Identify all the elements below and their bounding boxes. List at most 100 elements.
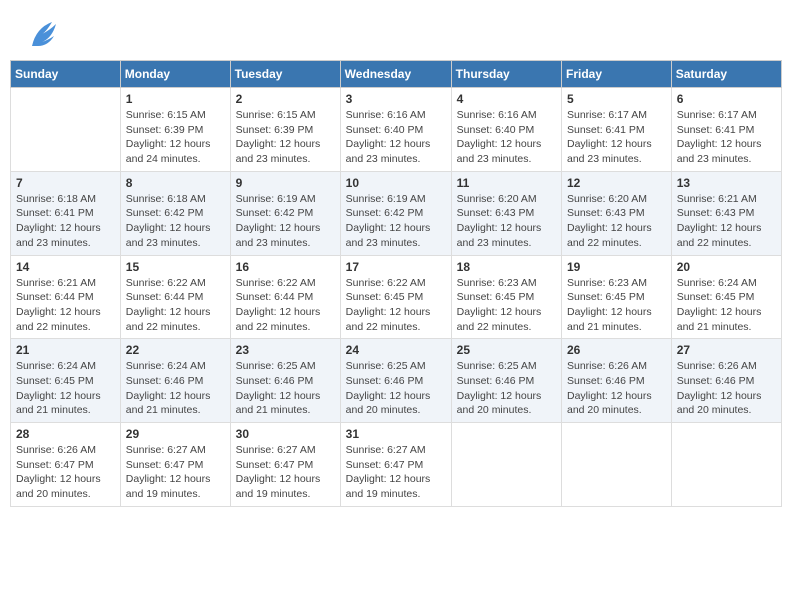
calendar-week-row: 28 Sunrise: 6:26 AM Sunset: 6:47 PM Dayli…	[11, 423, 782, 507]
calendar-cell: 30 Sunrise: 6:27 AM Sunset: 6:47 PM Dayli…	[230, 423, 340, 507]
day-number: 8	[126, 176, 225, 190]
calendar-header-wednesday: Wednesday	[340, 61, 451, 88]
day-detail: Sunrise: 6:27 AM Sunset: 6:47 PM Dayligh…	[236, 443, 335, 502]
day-number: 15	[126, 260, 225, 274]
calendar-cell: 29 Sunrise: 6:27 AM Sunset: 6:47 PM Dayli…	[120, 423, 230, 507]
day-detail: Sunrise: 6:26 AM Sunset: 6:46 PM Dayligh…	[567, 359, 666, 418]
calendar-cell: 3 Sunrise: 6:16 AM Sunset: 6:40 PM Daylig…	[340, 88, 451, 172]
day-number: 28	[16, 427, 115, 441]
day-number: 26	[567, 343, 666, 357]
day-detail: Sunrise: 6:27 AM Sunset: 6:47 PM Dayligh…	[126, 443, 225, 502]
day-number: 6	[677, 92, 776, 106]
day-number: 3	[346, 92, 446, 106]
calendar-header-sunday: Sunday	[11, 61, 121, 88]
calendar-cell: 17 Sunrise: 6:22 AM Sunset: 6:45 PM Dayli…	[340, 255, 451, 339]
calendar-header-thursday: Thursday	[451, 61, 561, 88]
day-detail: Sunrise: 6:19 AM Sunset: 6:42 PM Dayligh…	[346, 192, 446, 251]
calendar-cell: 11 Sunrise: 6:20 AM Sunset: 6:43 PM Dayli…	[451, 171, 561, 255]
day-detail: Sunrise: 6:25 AM Sunset: 6:46 PM Dayligh…	[457, 359, 556, 418]
calendar-cell: 21Sunrise: 6:24 AM Sunset: 6:45 PM Dayli…	[11, 339, 121, 423]
day-detail: Sunrise: 6:24 AM Sunset: 6:45 PM Dayligh…	[677, 276, 776, 335]
day-detail: Sunrise: 6:15 AM Sunset: 6:39 PM Dayligh…	[126, 108, 225, 167]
day-number: 20	[677, 260, 776, 274]
calendar-cell: 23 Sunrise: 6:25 AM Sunset: 6:46 PM Dayli…	[230, 339, 340, 423]
calendar-cell: 20 Sunrise: 6:24 AM Sunset: 6:45 PM Dayli…	[671, 255, 781, 339]
calendar-cell: 24 Sunrise: 6:25 AM Sunset: 6:46 PM Dayli…	[340, 339, 451, 423]
calendar-cell: 6 Sunrise: 6:17 AM Sunset: 6:41 PM Daylig…	[671, 88, 781, 172]
calendar-header-saturday: Saturday	[671, 61, 781, 88]
day-number: 12	[567, 176, 666, 190]
calendar-cell	[11, 88, 121, 172]
day-detail: Sunrise: 6:22 AM Sunset: 6:44 PM Dayligh…	[236, 276, 335, 335]
calendar-header-tuesday: Tuesday	[230, 61, 340, 88]
day-number: 13	[677, 176, 776, 190]
day-detail: Sunrise: 6:26 AM Sunset: 6:47 PM Dayligh…	[16, 443, 115, 502]
day-detail: Sunrise: 6:22 AM Sunset: 6:45 PM Dayligh…	[346, 276, 446, 335]
calendar-cell: 4 Sunrise: 6:16 AM Sunset: 6:40 PM Daylig…	[451, 88, 561, 172]
calendar-cell: 26 Sunrise: 6:26 AM Sunset: 6:46 PM Dayli…	[562, 339, 672, 423]
day-number: 22	[126, 343, 225, 357]
calendar-cell	[671, 423, 781, 507]
calendar-cell: 31Sunrise: 6:27 AM Sunset: 6:47 PM Dayli…	[340, 423, 451, 507]
day-number: 5	[567, 92, 666, 106]
day-detail: Sunrise: 6:23 AM Sunset: 6:45 PM Dayligh…	[567, 276, 666, 335]
calendar-cell: 1 Sunrise: 6:15 AM Sunset: 6:39 PM Daylig…	[120, 88, 230, 172]
day-detail: Sunrise: 6:25 AM Sunset: 6:46 PM Dayligh…	[236, 359, 335, 418]
day-detail: Sunrise: 6:24 AM Sunset: 6:45 PM Dayligh…	[16, 359, 115, 418]
calendar-cell: 10Sunrise: 6:19 AM Sunset: 6:42 PM Dayli…	[340, 171, 451, 255]
day-detail: Sunrise: 6:17 AM Sunset: 6:41 PM Dayligh…	[677, 108, 776, 167]
calendar-cell: 7 Sunrise: 6:18 AM Sunset: 6:41 PM Daylig…	[11, 171, 121, 255]
day-detail: Sunrise: 6:25 AM Sunset: 6:46 PM Dayligh…	[346, 359, 446, 418]
day-number: 16	[236, 260, 335, 274]
calendar-header-row: SundayMondayTuesdayWednesdayThursdayFrid…	[11, 61, 782, 88]
day-detail: Sunrise: 6:16 AM Sunset: 6:40 PM Dayligh…	[346, 108, 446, 167]
day-number: 29	[126, 427, 225, 441]
day-number: 23	[236, 343, 335, 357]
day-number: 31	[346, 427, 446, 441]
day-detail: Sunrise: 6:17 AM Sunset: 6:41 PM Dayligh…	[567, 108, 666, 167]
day-detail: Sunrise: 6:24 AM Sunset: 6:46 PM Dayligh…	[126, 359, 225, 418]
day-number: 14	[16, 260, 115, 274]
day-detail: Sunrise: 6:21 AM Sunset: 6:43 PM Dayligh…	[677, 192, 776, 251]
calendar-week-row: 14 Sunrise: 6:21 AM Sunset: 6:44 PM Dayli…	[11, 255, 782, 339]
day-detail: Sunrise: 6:19 AM Sunset: 6:42 PM Dayligh…	[236, 192, 335, 251]
day-number: 18	[457, 260, 556, 274]
day-number: 17	[346, 260, 446, 274]
calendar-cell: 25Sunrise: 6:25 AM Sunset: 6:46 PM Dayli…	[451, 339, 561, 423]
calendar-week-row: 21Sunrise: 6:24 AM Sunset: 6:45 PM Dayli…	[11, 339, 782, 423]
calendar-week-row: 1 Sunrise: 6:15 AM Sunset: 6:39 PM Daylig…	[11, 88, 782, 172]
day-detail: Sunrise: 6:21 AM Sunset: 6:44 PM Dayligh…	[16, 276, 115, 335]
day-number: 7	[16, 176, 115, 190]
day-number: 24	[346, 343, 446, 357]
calendar-cell: 12Sunrise: 6:20 AM Sunset: 6:43 PM Dayli…	[562, 171, 672, 255]
calendar-cell: 13 Sunrise: 6:21 AM Sunset: 6:43 PM Dayli…	[671, 171, 781, 255]
page-header	[10, 10, 782, 56]
logo-bird-icon	[24, 18, 62, 52]
calendar-cell	[562, 423, 672, 507]
calendar-cell: 5 Sunrise: 6:17 AM Sunset: 6:41 PM Daylig…	[562, 88, 672, 172]
calendar-header-friday: Friday	[562, 61, 672, 88]
calendar-cell: 19 Sunrise: 6:23 AM Sunset: 6:45 PM Dayli…	[562, 255, 672, 339]
day-detail: Sunrise: 6:20 AM Sunset: 6:43 PM Dayligh…	[457, 192, 556, 251]
calendar-cell: 15 Sunrise: 6:22 AM Sunset: 6:44 PM Dayli…	[120, 255, 230, 339]
day-number: 1	[126, 92, 225, 106]
day-number: 9	[236, 176, 335, 190]
day-number: 30	[236, 427, 335, 441]
day-number: 4	[457, 92, 556, 106]
day-detail: Sunrise: 6:16 AM Sunset: 6:40 PM Dayligh…	[457, 108, 556, 167]
calendar-cell: 16 Sunrise: 6:22 AM Sunset: 6:44 PM Dayli…	[230, 255, 340, 339]
calendar-cell: 14 Sunrise: 6:21 AM Sunset: 6:44 PM Dayli…	[11, 255, 121, 339]
day-detail: Sunrise: 6:22 AM Sunset: 6:44 PM Dayligh…	[126, 276, 225, 335]
day-number: 2	[236, 92, 335, 106]
day-number: 11	[457, 176, 556, 190]
day-number: 19	[567, 260, 666, 274]
calendar-table: SundayMondayTuesdayWednesdayThursdayFrid…	[10, 60, 782, 507]
day-number: 27	[677, 343, 776, 357]
calendar-cell: 18Sunrise: 6:23 AM Sunset: 6:45 PM Dayli…	[451, 255, 561, 339]
day-detail: Sunrise: 6:15 AM Sunset: 6:39 PM Dayligh…	[236, 108, 335, 167]
calendar-week-row: 7 Sunrise: 6:18 AM Sunset: 6:41 PM Daylig…	[11, 171, 782, 255]
day-detail: Sunrise: 6:18 AM Sunset: 6:41 PM Dayligh…	[16, 192, 115, 251]
calendar-cell: 2 Sunrise: 6:15 AM Sunset: 6:39 PM Daylig…	[230, 88, 340, 172]
calendar-cell	[451, 423, 561, 507]
calendar-cell: 22 Sunrise: 6:24 AM Sunset: 6:46 PM Dayli…	[120, 339, 230, 423]
